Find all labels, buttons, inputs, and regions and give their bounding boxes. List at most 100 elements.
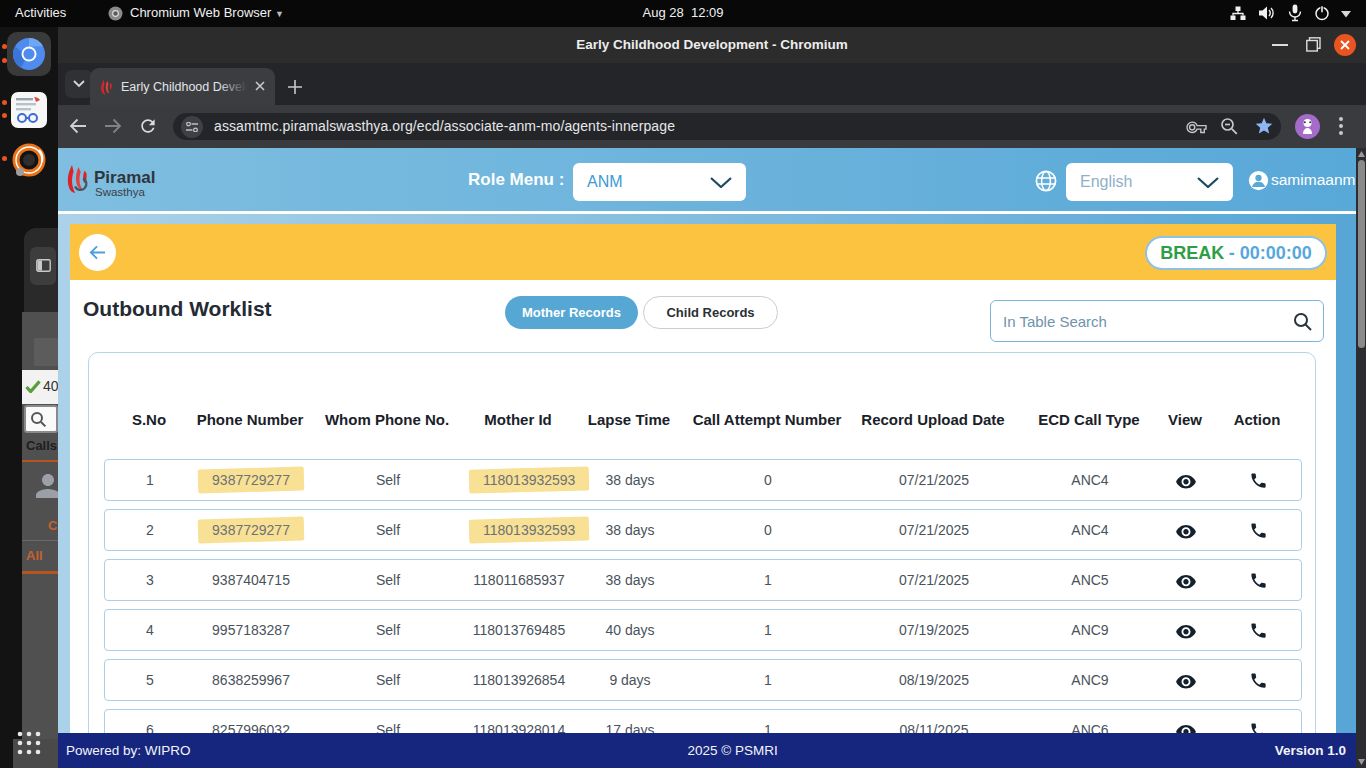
cell-attempts: 1 [691,572,845,588]
cell-upload_date: 07/19/2025 [845,622,1023,638]
role-select[interactable]: ANM [573,163,746,201]
cell-action[interactable] [1215,571,1301,590]
tab-close-icon[interactable] [254,80,266,92]
highlight-marker: 118013932593 [469,517,589,543]
reload-button[interactable] [138,116,158,136]
cell-mother_id: 118013926854 [469,672,569,688]
back-arrow-icon [88,244,107,261]
dock-indicator-dot [2,58,7,63]
break-button[interactable]: BREAK - 00:00:00 [1145,236,1327,270]
cell-action[interactable] [1215,671,1301,690]
call-phone-icon[interactable] [1249,671,1268,690]
cell-upload_date: 07/21/2025 [845,472,1023,488]
restore-button[interactable] [1306,37,1321,52]
highlight-marker: 9387729277 [198,517,304,543]
all-tab[interactable]: All [26,548,43,563]
column-header: Mother Id [468,411,568,428]
back-circle-button[interactable] [79,234,116,271]
dock-orange-app-tile[interactable] [11,142,47,178]
cell-sno: 5 [105,672,195,688]
scroll-up-arrow[interactable] [1358,151,1365,157]
cell-whom: Self [307,672,469,688]
cell-view[interactable] [1157,471,1215,489]
cell-view[interactable] [1157,671,1215,689]
plus-icon [287,79,303,95]
microphone-icon [1288,4,1302,22]
minimize-button[interactable] [1272,44,1288,46]
profile-avatar[interactable] [1295,114,1320,139]
back-button[interactable] [68,117,88,135]
cell-call_type: ANC4 [1023,522,1157,538]
language-select[interactable]: English [1066,163,1233,201]
header-divider [58,211,1356,214]
footer-center: 2025 © PSMRI [191,743,1275,758]
cell-action[interactable] [1215,621,1301,640]
password-manager-icon[interactable] [1186,117,1207,136]
avatar-figure [1300,118,1315,135]
view-eye-icon[interactable] [1174,471,1198,489]
language-select-chevron [1197,177,1219,188]
call-phone-icon[interactable] [1249,621,1268,640]
view-eye-icon[interactable] [1174,671,1198,689]
tab-mother-records[interactable]: Mother Records [505,296,638,329]
badge-row: 40 [22,370,58,404]
mini-search-box[interactable] [24,405,58,433]
browser-menu-icon[interactable] [1339,116,1343,136]
cell-action[interactable] [1215,521,1301,540]
footer-right: Version 1.0 [1275,743,1346,758]
call-phone-icon[interactable] [1249,471,1268,490]
globe-icon[interactable] [1035,170,1057,192]
system-menu-caret[interactable] [1341,11,1351,18]
view-eye-icon[interactable] [1174,521,1198,539]
zoom-icon[interactable] [1220,117,1239,136]
page-scrollbar[interactable] [1356,148,1366,768]
cell-view[interactable] [1157,571,1215,589]
view-eye-icon[interactable] [1174,621,1198,639]
cell-lapse: 9 days [569,672,691,688]
check-icon [25,380,41,393]
cell-view[interactable] [1157,521,1215,539]
all-tab-underline [22,571,58,574]
forward-button[interactable] [103,117,123,135]
tab-search-button[interactable] [65,70,93,98]
bookmark-star-icon[interactable] [1254,116,1274,136]
address-bar[interactable]: assamtmc.piramalswasthya.org/ecd/associa… [173,113,1281,140]
clock[interactable]: Aug 28 12:09 [0,5,1366,20]
column-header: Phone Number [194,411,306,428]
power-icon[interactable] [1314,5,1330,21]
break-toolbar: BREAK - 00:00:00 [70,224,1336,280]
cell-sno: 1 [105,472,195,488]
cell-view[interactable] [1157,621,1215,639]
scrollbar-thumb[interactable] [1358,160,1365,348]
cell-attempts: 0 [691,522,845,538]
cell-lapse: 38 days [569,522,691,538]
site-info-button[interactable] [181,116,203,138]
close-button[interactable] [1334,34,1356,56]
cell-upload_date: 07/21/2025 [845,522,1023,538]
new-tab-button[interactable] [287,79,303,95]
call-phone-icon[interactable] [1249,571,1268,590]
table-header-row: S.NoPhone NumberWhom Phone No.Mother IdL… [104,411,1300,428]
window-title-bar[interactable]: Early Childhood Development - Chromium [58,27,1366,63]
table-row: 39387404715Self11801168593738 days107/21… [104,559,1302,601]
browser-tab[interactable]: Early Childhood Develop [90,68,275,105]
dock-document-app-tile[interactable] [11,92,47,128]
view-eye-icon[interactable] [1174,571,1198,589]
dock-chromium-tile[interactable] [7,32,51,76]
search-icon[interactable] [1293,312,1313,332]
tab-favicon [99,79,114,95]
show-applications-button[interactable] [16,730,42,756]
column-header: Whom Phone No. [306,411,468,428]
cell-upload_date: 08/19/2025 [845,672,1023,688]
tab-child-records[interactable]: Child Records [643,296,778,329]
dock-chromium-icon [12,37,46,71]
dock: 40 Calls C All [0,27,58,768]
column-header: Action [1214,411,1300,428]
cell-action[interactable] [1215,471,1301,490]
side-panel-button[interactable] [30,247,56,285]
table-search-box[interactable]: In Table Search [990,300,1324,342]
dock-indicator-dot [2,156,7,161]
scroll-down-arrow[interactable] [1358,759,1365,765]
call-phone-icon[interactable] [1249,521,1268,540]
cell-call_type: ANC4 [1023,472,1157,488]
